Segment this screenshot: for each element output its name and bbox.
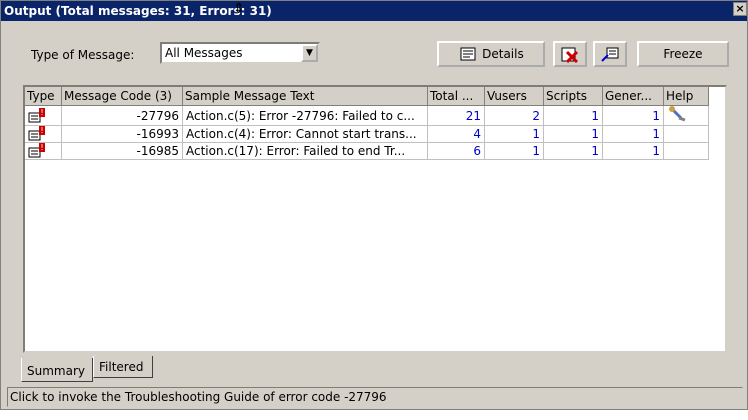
details-icon [460,47,476,60]
output-window: Output (Total messages: 31, Errors: 31) … [0,0,748,410]
svg-text:!: ! [40,143,43,152]
messages-table: Type Message Code (3) Sample Message Tex… [25,87,709,160]
table-row[interactable]: ! -16985 Action.c(17): Error: Failed to … [25,142,709,160]
svg-text:!: ! [40,126,43,135]
message-code-cell: -16993 [61,125,183,143]
message-code-cell: -27796 [61,105,183,126]
generators-cell[interactable]: 1 [602,142,664,160]
generators-cell[interactable]: 1 [602,125,664,143]
sample-text-cell: Action.c(4): Error: Cannot start trans..… [182,125,428,143]
total-cell[interactable]: 6 [427,142,485,160]
type-cell: ! [25,142,62,160]
help-cell [663,142,709,160]
details-button[interactable]: Details [437,41,545,67]
chevron-down-icon[interactable]: ▼ [301,44,318,62]
delete-messages-button[interactable] [553,41,587,67]
message-code-cell: -16985 [61,142,183,160]
col-help[interactable]: Help [663,87,709,106]
col-total[interactable]: Total ... [427,87,485,106]
error-message-icon: ! [28,126,48,142]
title-bar[interactable]: Output (Total messages: 31, Errors: 31) … [1,1,747,21]
export-icon [601,47,619,62]
col-sample-text[interactable]: Sample Message Text [182,87,428,106]
scripts-cell[interactable]: 1 [543,125,603,143]
col-type[interactable]: Type [25,87,62,106]
messages-grid: Type Message Code (3) Sample Message Tex… [23,85,727,353]
status-bar: Click to invoke the Troubleshooting Guid… [7,387,743,407]
details-label: Details [482,47,524,61]
col-generators[interactable]: Gener... [602,87,664,106]
freeze-button[interactable]: Freeze [637,41,729,67]
message-type-value: All Messages [165,46,243,60]
svg-text:!: ! [40,108,43,117]
scripts-cell[interactable]: 1 [543,105,603,126]
type-of-message-label: Type of Message: [31,48,135,62]
tab-filtered[interactable]: Filtered [93,356,153,378]
delete-list-icon [561,47,579,63]
table-row[interactable]: ! -27796 Action.c(5): Error -27796: Fail… [25,105,709,126]
error-message-icon: ! [28,143,48,159]
sample-text-cell: Action.c(17): Error: Failed to end Tr... [182,142,428,160]
message-type-select[interactable]: All Messages ▼ [160,42,320,64]
header-row: Type Message Code (3) Sample Message Tex… [25,87,709,106]
vusers-cell[interactable]: 1 [484,125,544,143]
help-cell[interactable] [663,105,709,126]
type-cell: ! [25,105,62,126]
vusers-cell[interactable]: 1 [484,142,544,160]
sample-text-cell: Action.c(5): Error -27796: Failed to c..… [182,105,428,126]
wrench-icon[interactable] [667,106,691,122]
toolbar: Type of Message: All Messages ▼ Details [11,39,737,69]
error-message-icon: ! [28,107,48,124]
generators-cell[interactable]: 1 [602,105,664,126]
total-cell[interactable]: 21 [427,105,485,126]
total-cell[interactable]: 4 [427,125,485,143]
col-message-code[interactable]: Message Code (3) [61,87,183,106]
mouse-cursor-icon: ⇕ [233,1,245,17]
window-title: Output (Total messages: 31, Errors: 31) [4,4,272,18]
type-cell: ! [25,125,62,143]
scripts-cell[interactable]: 1 [543,142,603,160]
tab-summary[interactable]: Summary [21,358,93,382]
close-button[interactable]: × [733,2,747,16]
table-row[interactable]: ! -16993 Action.c(4): Error: Cannot star… [25,125,709,143]
export-button[interactable] [593,41,627,67]
col-scripts[interactable]: Scripts [543,87,603,106]
col-vusers[interactable]: Vusers [484,87,544,106]
vusers-cell[interactable]: 2 [484,105,544,126]
help-cell [663,125,709,143]
